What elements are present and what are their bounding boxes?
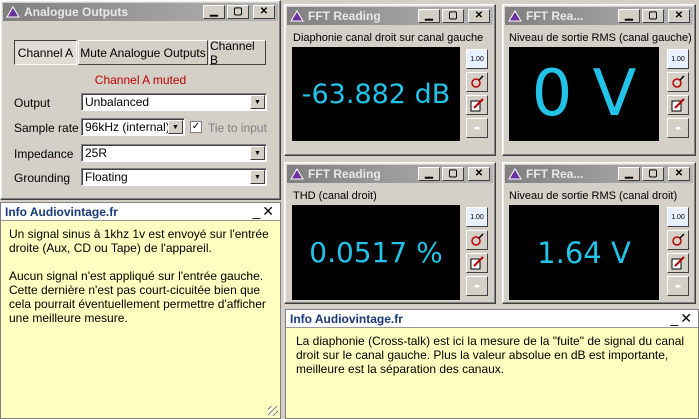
maximize-button[interactable]: ▢ bbox=[642, 9, 664, 23]
minimize-button[interactable]: ▁ bbox=[418, 9, 440, 23]
probe-icon[interactable] bbox=[466, 230, 488, 250]
sample-rate-label: Sample rate bbox=[14, 121, 79, 135]
reading-label: Diaphonie canal droit sur canal gauche bbox=[293, 32, 484, 44]
app-icon bbox=[507, 167, 523, 181]
info-window-controls[interactable]: _✕ bbox=[252, 203, 276, 220]
close-button[interactable]: ✕ bbox=[468, 167, 490, 181]
minimize-button[interactable]: ▁ bbox=[203, 5, 225, 19]
grounding-value: Floating bbox=[85, 170, 128, 184]
resize-arrows-icon[interactable]: ◂▸ bbox=[667, 276, 689, 296]
info-text: La diaphonie (Cross-talk) est ici la mes… bbox=[296, 334, 685, 376]
info-header: Info Audiovintage.fr _✕ bbox=[286, 310, 698, 328]
analogue-outputs-window: Analogue Outputs ▁ ▢ ✕ Channel A Mute An… bbox=[0, 0, 281, 200]
digits-icon[interactable]: 1.00 bbox=[466, 207, 488, 227]
impedance-select[interactable]: 25R ▼ bbox=[81, 144, 267, 162]
edit-icon[interactable] bbox=[667, 95, 689, 115]
output-value: Unbalanced bbox=[85, 95, 150, 109]
edit-icon[interactable] bbox=[466, 253, 488, 273]
close-button[interactable]: ✕ bbox=[668, 9, 690, 23]
digits-icon[interactable]: 1.00 bbox=[466, 49, 488, 69]
probe-icon[interactable] bbox=[667, 72, 689, 92]
chevron-down-icon[interactable]: ▼ bbox=[168, 120, 183, 134]
mute-analogue-outputs-button[interactable]: Mute Analogue Outputs bbox=[78, 40, 208, 65]
minimize-button[interactable]: ▁ bbox=[618, 167, 640, 181]
fft-reading-window-3: FFT Reading ▁ ▢ ✕ THD (canal droit) 0.05… bbox=[284, 162, 496, 304]
fft-reading-window-2: FFT Rea... ▁ ▢ ✕ Niveau de sortie RMS (c… bbox=[502, 4, 696, 156]
maximize-button[interactable]: ▢ bbox=[642, 167, 664, 181]
close-button[interactable]: ✕ bbox=[468, 9, 490, 23]
grounding-label: Grounding bbox=[14, 171, 71, 185]
reading-display: 0 V bbox=[509, 47, 659, 141]
window-title: FFT Reading bbox=[308, 167, 381, 181]
resize-arrows-icon[interactable]: ◂▸ bbox=[466, 276, 488, 296]
maximize-button[interactable]: ▢ bbox=[442, 9, 464, 23]
fft-titlebar[interactable]: FFT Rea... ▁ ▢ ✕ bbox=[505, 165, 693, 183]
app-icon bbox=[289, 9, 305, 23]
edit-icon[interactable] bbox=[667, 253, 689, 273]
app-icon bbox=[5, 5, 21, 19]
window-title: FFT Rea... bbox=[526, 9, 584, 23]
tie-to-input-checkbox[interactable]: ✓ bbox=[190, 121, 202, 133]
info-panel-left: Info Audiovintage.fr _✕ Un signal sinus … bbox=[0, 202, 281, 419]
probe-icon[interactable] bbox=[466, 72, 488, 92]
minimize-button[interactable]: ▁ bbox=[618, 9, 640, 23]
chevron-down-icon[interactable]: ▼ bbox=[250, 146, 265, 160]
maximize-button[interactable]: ▢ bbox=[442, 167, 464, 181]
sample-rate-value: 96kHz (internal) bbox=[85, 120, 170, 134]
app-icon bbox=[507, 9, 523, 23]
info-title: Info Audiovintage.fr bbox=[290, 311, 403, 326]
app-icon bbox=[289, 167, 305, 181]
resize-arrows-icon[interactable]: ◂▸ bbox=[667, 118, 689, 138]
info-window-controls[interactable]: _✕ bbox=[670, 310, 694, 327]
impedance-value: 25R bbox=[85, 146, 108, 160]
fft-titlebar[interactable]: FFT Reading ▁ ▢ ✕ bbox=[287, 165, 493, 183]
window-title: Analogue Outputs bbox=[24, 5, 128, 19]
reading-display: -63.882 dB bbox=[292, 47, 460, 141]
window-title: FFT Rea... bbox=[526, 167, 584, 181]
output-label: Output bbox=[14, 96, 51, 110]
edit-icon[interactable] bbox=[466, 95, 488, 115]
sample-rate-select[interactable]: 96kHz (internal) ▼ bbox=[81, 118, 185, 136]
minimize-button[interactable]: ▁ bbox=[418, 167, 440, 181]
impedance-label: Impedance bbox=[14, 147, 74, 161]
info-panel-right: Info Audiovintage.fr _✕ La diaphonie (Cr… bbox=[285, 309, 699, 419]
chevron-down-icon[interactable]: ▼ bbox=[250, 170, 265, 184]
close-button[interactable]: ✕ bbox=[253, 5, 275, 19]
reading-display: 1.64 V bbox=[509, 205, 659, 300]
fft-reading-window-4: FFT Rea... ▁ ▢ ✕ Niveau de sortie RMS (c… bbox=[502, 162, 696, 304]
fft-titlebar[interactable]: FFT Rea... ▁ ▢ ✕ bbox=[505, 7, 693, 25]
resize-arrows-icon[interactable]: ◂▸ bbox=[466, 118, 488, 138]
maximize-button[interactable]: ▢ bbox=[227, 5, 249, 19]
info-text: Un signal sinus à 1khz 1v est envoyé sur… bbox=[9, 227, 269, 325]
channel-b-button[interactable]: Channel B bbox=[209, 39, 266, 67]
probe-icon[interactable] bbox=[667, 230, 689, 250]
reading-display: 0.0517 % bbox=[292, 205, 460, 300]
reading-label: Niveau de sortie RMS (canal gauche) bbox=[509, 32, 692, 44]
output-select[interactable]: Unbalanced ▼ bbox=[81, 93, 267, 111]
grounding-select[interactable]: Floating ▼ bbox=[81, 168, 267, 186]
resize-grip[interactable] bbox=[268, 406, 278, 416]
fft-reading-window-1: FFT Reading ▁ ▢ ✕ Diaphonie canal droit … bbox=[284, 4, 496, 156]
analogue-outputs-titlebar[interactable]: Analogue Outputs ▁ ▢ ✕ bbox=[3, 3, 278, 21]
tie-to-input-label: Tie to input bbox=[208, 121, 267, 135]
channel-muted-status: Channel A muted bbox=[94, 73, 187, 87]
reading-label: Niveau de sortie RMS (canal droit) bbox=[509, 190, 678, 202]
close-button[interactable]: ✕ bbox=[668, 167, 690, 181]
info-title: Info Audiovintage.fr bbox=[5, 204, 118, 219]
digits-icon[interactable]: 1.00 bbox=[667, 49, 689, 69]
digits-icon[interactable]: 1.00 bbox=[667, 207, 689, 227]
chevron-down-icon[interactable]: ▼ bbox=[250, 95, 265, 109]
reading-label: THD (canal droit) bbox=[293, 190, 377, 202]
fft-titlebar[interactable]: FFT Reading ▁ ▢ ✕ bbox=[287, 7, 493, 25]
channel-a-button[interactable]: Channel A bbox=[14, 40, 77, 65]
info-header: Info Audiovintage.fr _✕ bbox=[1, 203, 280, 221]
window-title: FFT Reading bbox=[308, 9, 381, 23]
